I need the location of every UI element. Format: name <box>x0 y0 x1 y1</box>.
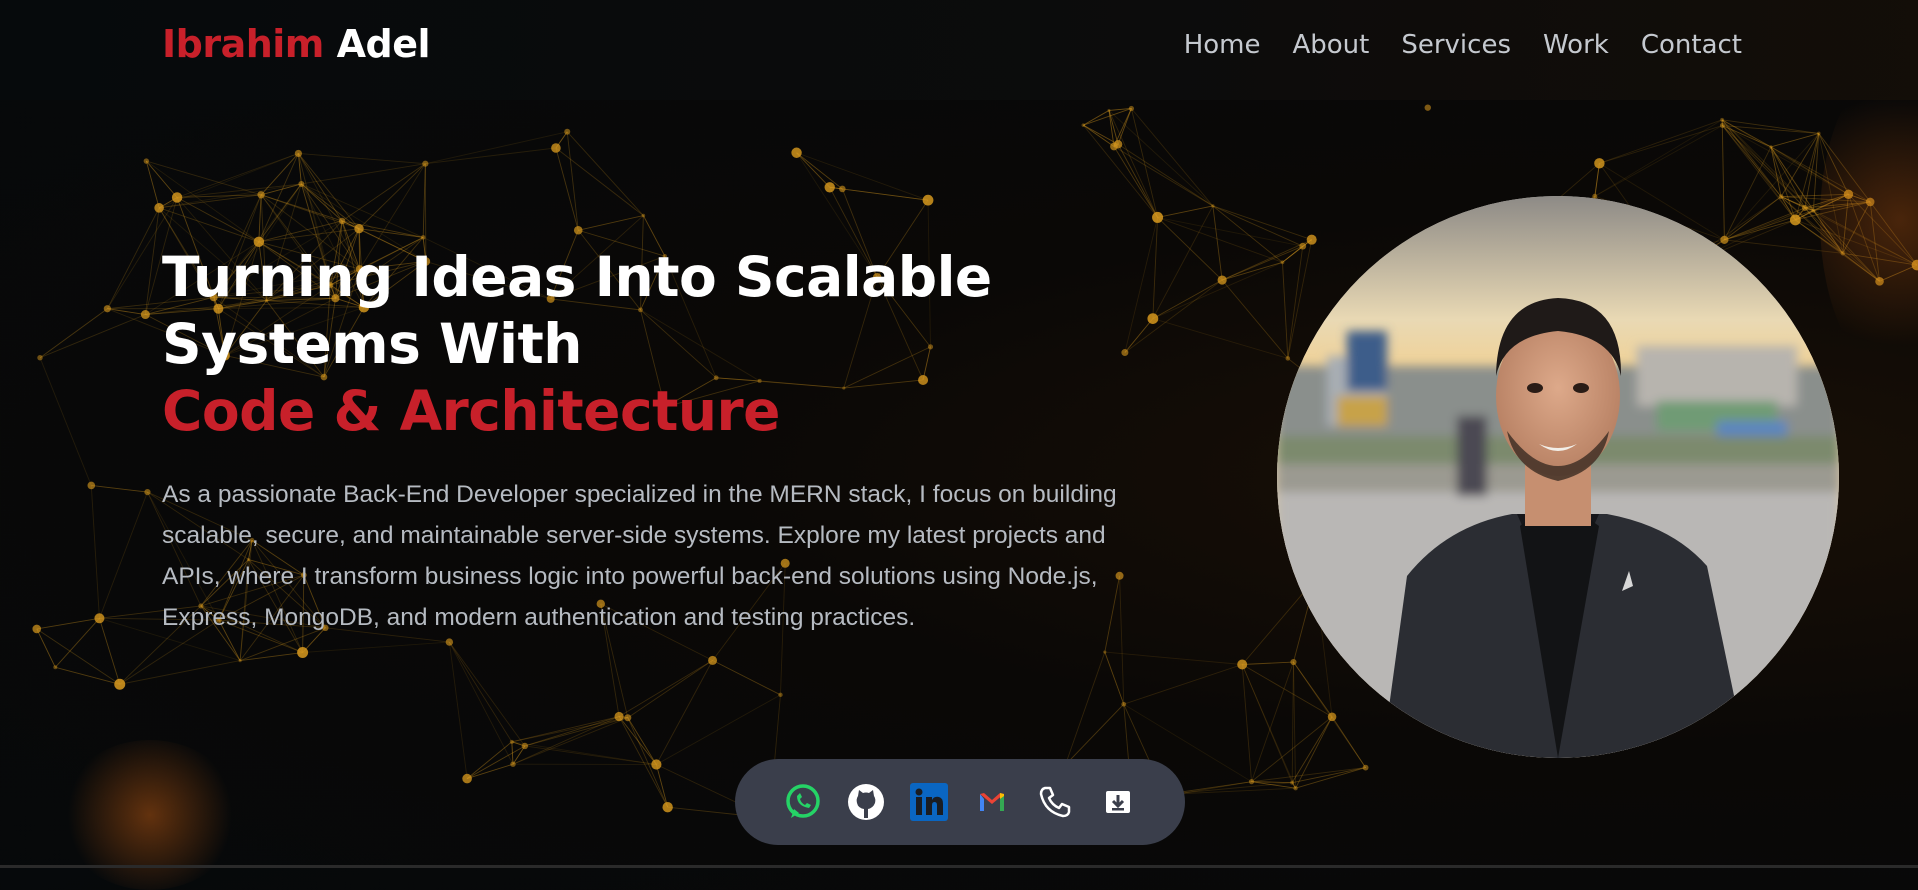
nav-services-link[interactable]: Services <box>1401 30 1511 60</box>
phone-icon[interactable] <box>1035 782 1075 822</box>
hero-title-accent: Code & Architecture <box>162 378 992 445</box>
gmail-icon[interactable] <box>972 782 1012 822</box>
nav-home-link[interactable]: Home <box>1184 30 1261 60</box>
download-cv-icon[interactable] <box>1098 782 1138 822</box>
nav-work-link[interactable]: Work <box>1543 30 1609 60</box>
site-logo[interactable]: Ibrahim Adel <box>162 22 430 66</box>
main-nav: Home About Services Work Contact <box>1184 30 1742 60</box>
logo-first-name: Ibrahim <box>162 22 324 66</box>
nav-contact-link[interactable]: Contact <box>1641 30 1742 60</box>
linkedin-icon[interactable] <box>909 782 949 822</box>
hero-title: Turning Ideas Into Scalable Systems With… <box>162 244 992 445</box>
social-links-bar <box>735 759 1185 845</box>
logo-last-name: Adel <box>337 22 430 66</box>
whatsapp-icon[interactable] <box>783 782 823 822</box>
github-icon[interactable] <box>846 782 886 822</box>
site-header: Ibrahim Adel Home About Services Work Co… <box>0 0 1918 100</box>
hero-description: As a passionate Back-End Developer speci… <box>162 474 1122 638</box>
hero-title-line-1: Turning Ideas Into Scalable <box>162 244 992 311</box>
hero-title-line-2: Systems With <box>162 311 992 378</box>
profile-photo <box>1277 196 1839 758</box>
nav-about-link[interactable]: About <box>1292 30 1369 60</box>
